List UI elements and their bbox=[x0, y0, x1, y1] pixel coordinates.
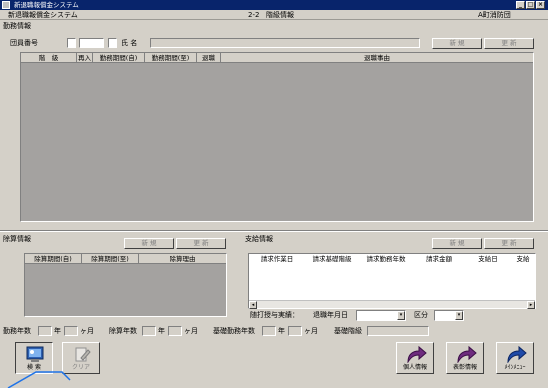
screen-code: 2-2 bbox=[248, 11, 260, 19]
col-taishoku: 退職 bbox=[197, 53, 221, 63]
search-button-label: 検 索 bbox=[27, 364, 41, 371]
scroll-right-icon[interactable]: ▸ bbox=[527, 301, 535, 309]
kiso-nensu-label: 基礎勤務年数 bbox=[213, 327, 255, 335]
kinmu-grid[interactable]: 階 級 再入 勤務期間(自) 勤務期間(至) 退職 退職事由 bbox=[20, 52, 534, 222]
col-shikyu-date: 支給日 bbox=[478, 255, 498, 263]
kinmu-grid-body bbox=[21, 63, 533, 221]
search-icon bbox=[26, 346, 44, 362]
jogai-grid-header: 除算期間(自) 除算期間(至) 除算理由 bbox=[25, 254, 226, 264]
app-window: 新退職報償金システム _ □ × 新退職報償金システム 2-2 階級情報 A町消… bbox=[0, 0, 548, 388]
col-jogai-to: 除算期間(至) bbox=[82, 254, 139, 264]
main-menu-button[interactable]: ﾒｲﾝﾒﾆｭｰ bbox=[496, 342, 534, 374]
kiso-years-field bbox=[262, 326, 276, 336]
jogai-month-unit: ヶ月 bbox=[184, 327, 198, 335]
personal-info-label: 個人情報 bbox=[402, 364, 427, 371]
commendation-button[interactable]: 表彰情報 bbox=[446, 342, 484, 374]
kinmu-update-button[interactable]: 更 新 bbox=[484, 38, 534, 49]
col-taishoku-jiyu: 退職事由 bbox=[364, 54, 390, 62]
clear-button[interactable]: クリア bbox=[62, 342, 100, 374]
kinmu-grid-header: 階 級 再入 勤務期間(自) 勤務期間(至) 退職 退職事由 bbox=[21, 53, 533, 63]
commendation-label: 表彰情報 bbox=[452, 364, 477, 371]
col-seikyu-nensu: 請求勤務年数 bbox=[366, 255, 406, 263]
window-title: 新退職報償金システム bbox=[14, 1, 79, 9]
jogai-new-label: 新 規 bbox=[141, 239, 157, 247]
member-no-field[interactable] bbox=[79, 38, 104, 48]
jogai-months-field bbox=[168, 326, 182, 336]
kiso-kaikyu-label: 基礎階級 bbox=[334, 327, 362, 335]
kubun-dropdown-icon[interactable]: ▾ bbox=[455, 311, 463, 320]
clear-icon bbox=[75, 347, 91, 362]
kinmu-new-label: 新 規 bbox=[449, 39, 465, 47]
taishoku-date-label: 退職年月日 bbox=[313, 311, 348, 319]
col-kinmu-to: 勤務期間(至) bbox=[145, 53, 197, 63]
minimize-button[interactable]: _ bbox=[516, 1, 525, 9]
kinmu-month-unit: ヶ月 bbox=[80, 327, 94, 335]
jogai-update-button[interactable]: 更 新 bbox=[176, 238, 226, 249]
col-shikyu-more: 支給 bbox=[516, 255, 530, 263]
clear-button-label: クリア bbox=[71, 364, 90, 371]
shikyu-new-label: 新 規 bbox=[449, 239, 465, 247]
col-jogai-reason: 除算理由 bbox=[169, 255, 196, 263]
screen-name: 階級情報 bbox=[266, 11, 294, 19]
kubun-label: 区分 bbox=[414, 311, 428, 319]
jogai-years-field bbox=[142, 326, 156, 336]
col-seikyu-kaikyu: 請求基礎階級 bbox=[312, 255, 352, 263]
curved-arrow-icon bbox=[457, 345, 477, 363]
col-kaikyu: 階 級 bbox=[21, 53, 77, 63]
kinmu-nensu-label: 勤務年数 bbox=[3, 327, 31, 335]
col-sainyu: 再入 bbox=[78, 53, 93, 63]
shikyu-new-button[interactable]: 新 規 bbox=[432, 238, 482, 249]
kubun-combo[interactable]: ▾ bbox=[434, 310, 464, 321]
jogai-section-label: 除算情報 bbox=[3, 235, 31, 243]
curved-arrow-icon bbox=[407, 345, 427, 363]
jisseki-label: 随打授与実績： bbox=[250, 311, 299, 319]
curved-arrow-icon bbox=[507, 345, 527, 363]
kiso-month-unit: ヶ月 bbox=[304, 327, 318, 335]
department-name: A町消防団 bbox=[478, 11, 511, 19]
shikyu-section-label: 支給情報 bbox=[245, 235, 273, 243]
jogai-nensu-label: 除算年数 bbox=[109, 327, 137, 335]
shikyu-update-label: 更 新 bbox=[501, 239, 517, 247]
maximize-button[interactable]: □ bbox=[526, 1, 535, 9]
kiso-year-unit: 年 bbox=[278, 327, 285, 335]
personal-info-button[interactable]: 個人情報 bbox=[396, 342, 434, 374]
kinmu-year-unit: 年 bbox=[54, 327, 61, 335]
jogai-new-button[interactable]: 新 規 bbox=[124, 238, 174, 249]
kinmu-years-field bbox=[38, 326, 52, 336]
jogai-update-label: 更 新 bbox=[193, 239, 209, 247]
member-no-suffix-field[interactable] bbox=[108, 38, 117, 48]
name-field bbox=[150, 38, 420, 48]
shikyu-update-button[interactable]: 更 新 bbox=[484, 238, 534, 249]
scroll-left-icon[interactable]: ◂ bbox=[249, 301, 257, 309]
jogai-grid-body bbox=[25, 264, 226, 316]
taishoku-date-combo[interactable]: ▾ bbox=[356, 310, 406, 321]
title-bar: 新退職報償金システム _ □ × bbox=[0, 0, 548, 10]
name-label: 氏 名 bbox=[121, 39, 138, 47]
close-button[interactable]: × bbox=[536, 1, 545, 9]
system-name: 新退職報償金システム bbox=[8, 11, 78, 19]
kinmu-new-button[interactable]: 新 規 bbox=[432, 38, 482, 49]
kiso-kaikyu-field bbox=[367, 326, 429, 336]
app-icon bbox=[2, 1, 10, 9]
kinmu-section-label: 勤務情報 bbox=[3, 22, 31, 30]
screen-header: 新退職報償金システム 2-2 階級情報 A町消防団 bbox=[0, 10, 548, 20]
col-seikyu-kingaku: 請求金額 bbox=[426, 255, 452, 263]
shikyu-horizontal-scrollbar[interactable]: ◂ ▸ bbox=[249, 300, 535, 309]
jogai-year-unit: 年 bbox=[158, 327, 165, 335]
member-no-prefix-field[interactable] bbox=[67, 38, 76, 48]
search-button[interactable]: 検 索 bbox=[15, 342, 53, 374]
taishoku-date-dropdown-icon[interactable]: ▾ bbox=[397, 311, 405, 320]
shikyu-grid-header: 請求作業日 請求基礎階級 請求勤務年数 請求金額 支給日 支給 bbox=[249, 254, 535, 264]
shikyu-grid[interactable]: 請求作業日 請求基礎階級 請求勤務年数 請求金額 支給日 支給 ◂ ▸ bbox=[248, 253, 536, 309]
member-no-label: 団員番号 bbox=[10, 39, 38, 47]
kinmu-update-label: 更 新 bbox=[501, 39, 517, 47]
section-divider bbox=[0, 230, 548, 232]
col-jogai-from: 除算期間(自) bbox=[25, 254, 82, 264]
jogai-grid[interactable]: 除算期間(自) 除算期間(至) 除算理由 bbox=[24, 253, 227, 317]
kinmu-months-field bbox=[64, 326, 78, 336]
kiso-months-field bbox=[288, 326, 302, 336]
main-menu-label: ﾒｲﾝﾒﾆｭｰ bbox=[504, 364, 526, 371]
col-seikyu-date: 請求作業日 bbox=[260, 255, 294, 263]
col-kinmu-from: 勤務期間(自) bbox=[93, 53, 145, 63]
